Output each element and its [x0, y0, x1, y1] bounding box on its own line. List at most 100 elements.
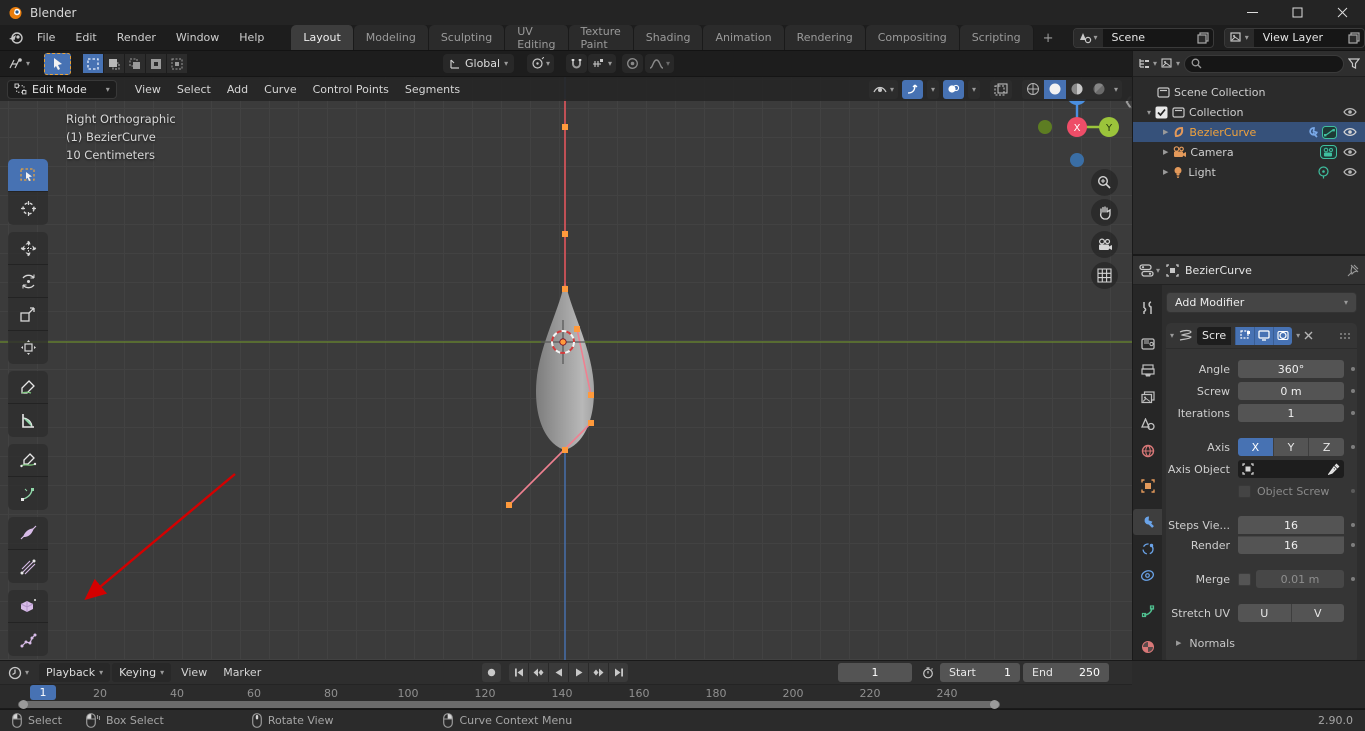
hide-toggle-eye-icon[interactable]: [1343, 167, 1357, 177]
render-steps-field[interactable]: 16: [1238, 536, 1344, 554]
disclosure-triangle-icon[interactable]: ▾: [1147, 108, 1151, 117]
stretch-v-button[interactable]: V: [1291, 604, 1344, 622]
select-mode-subtract[interactable]: [125, 54, 147, 73]
tab-modeling[interactable]: Modeling: [353, 25, 429, 50]
scene-selector[interactable]: ▾ Scene: [1072, 27, 1214, 48]
checkbox-checked[interactable]: [1155, 106, 1168, 119]
animate-dot[interactable]: [1351, 445, 1355, 449]
pivot-point-dropdown[interactable]: ▾: [527, 54, 555, 73]
orthographic-toggle-button[interactable]: [1091, 262, 1118, 289]
merge-distance-field[interactable]: 0.01 m: [1256, 570, 1344, 588]
animate-dot[interactable]: [1351, 367, 1355, 371]
tab-view-layer[interactable]: [1133, 384, 1162, 411]
steps-viewport-field[interactable]: 16: [1238, 516, 1344, 534]
pin-icon[interactable]: [1347, 264, 1359, 277]
light-data-icon[interactable]: [1317, 165, 1330, 179]
object-screw-checkbox[interactable]: [1238, 484, 1251, 498]
tool-randomize[interactable]: [8, 550, 48, 583]
tab-animation[interactable]: Animation: [703, 25, 785, 50]
proportional-falloff-dropdown[interactable]: ▾: [645, 54, 675, 73]
animate-dot[interactable]: [1351, 389, 1355, 393]
outliner-row-camera[interactable]: ▶ Camera: [1133, 142, 1365, 162]
tab-constraints[interactable]: [1133, 562, 1162, 589]
blender-menu-icon[interactable]: [8, 31, 24, 45]
menu-help[interactable]: Help: [230, 27, 273, 48]
jump-to-end-button[interactable]: [609, 663, 628, 682]
tab-render[interactable]: [1133, 331, 1162, 358]
tab-world[interactable]: [1133, 437, 1162, 464]
tab-material[interactable]: [1133, 633, 1162, 660]
keying-dropdown[interactable]: Keying ▾: [112, 663, 172, 682]
object-visibility-dropdown[interactable]: ▾: [868, 79, 898, 99]
xray-toggle[interactable]: [989, 79, 1012, 99]
new-view-layer-icon[interactable]: [1348, 31, 1360, 44]
viewport-menu-view[interactable]: View: [127, 79, 169, 100]
animate-dot[interactable]: [1351, 489, 1355, 493]
display-render-toggle[interactable]: [1273, 326, 1293, 345]
tab-scripting[interactable]: Scripting: [959, 25, 1034, 50]
view-layer-icon[interactable]: ▾: [1224, 28, 1255, 47]
animate-dot[interactable]: [1351, 411, 1355, 415]
new-scene-icon[interactable]: [1196, 31, 1209, 44]
select-mode-extend[interactable]: [104, 54, 126, 73]
animate-dot[interactable]: [1351, 543, 1355, 547]
next-keyframe-button[interactable]: [589, 663, 608, 682]
add-workspace-button[interactable]: +: [1034, 27, 1063, 50]
animate-dot[interactable]: [1351, 577, 1355, 581]
axis-object-field[interactable]: [1238, 460, 1344, 478]
select-mode-new[interactable]: [83, 54, 105, 73]
tab-object[interactable]: [1133, 473, 1162, 500]
active-tool-select-box[interactable]: [44, 52, 72, 75]
shading-rendered[interactable]: [1088, 80, 1110, 99]
tool-tilt[interactable]: [8, 517, 48, 550]
record-button[interactable]: [482, 663, 501, 682]
add-modifier-dropdown[interactable]: Add Modifier ▾: [1166, 292, 1357, 313]
mode-dropdown[interactable]: Edit Mode ▾: [7, 79, 117, 99]
view-layer-name[interactable]: View Layer: [1255, 31, 1343, 44]
menu-window[interactable]: Window: [167, 27, 228, 48]
transform-orientation-dropdown[interactable]: Global ▾: [443, 54, 515, 73]
tool-annotate[interactable]: [8, 371, 48, 404]
menu-file[interactable]: File: [28, 27, 64, 48]
frame-end-field[interactable]: End 250: [1023, 663, 1109, 682]
tab-shading[interactable]: Shading: [633, 25, 704, 50]
tool-cursor[interactable]: [8, 192, 48, 225]
editor-type-viewport[interactable]: ▾: [8, 57, 30, 70]
use-preview-range-toggle[interactable]: [918, 663, 937, 682]
tool-curve-pen[interactable]: [8, 477, 48, 510]
collapse-icon[interactable]: ▾: [1170, 331, 1174, 340]
viewport-menu-select[interactable]: Select: [169, 79, 219, 100]
stretch-u-button[interactable]: U: [1238, 604, 1292, 622]
outliner-search-input[interactable]: [1184, 54, 1344, 73]
outliner-display-mode[interactable]: ▾: [1161, 57, 1180, 70]
editor-type-properties[interactable]: ▾: [1139, 263, 1160, 277]
screw-field[interactable]: 0 m: [1238, 382, 1344, 400]
tab-rendering[interactable]: Rendering: [784, 25, 866, 50]
modifier-wrench-icon[interactable]: [1306, 126, 1319, 139]
disclosure-triangle-icon[interactable]: ▶: [1163, 168, 1168, 176]
hide-toggle-eye-icon[interactable]: [1343, 147, 1357, 157]
tab-layout[interactable]: Layout: [291, 25, 354, 50]
display-realtime-toggle[interactable]: [1254, 326, 1274, 345]
maximize-button[interactable]: [1275, 0, 1320, 25]
menu-edit[interactable]: Edit: [66, 27, 105, 48]
timeline-menu-marker[interactable]: Marker: [215, 662, 269, 683]
viewport-menu-add[interactable]: Add: [219, 79, 256, 100]
axis-y-button[interactable]: Y: [1273, 438, 1310, 456]
tab-uv-editing[interactable]: UV Editing: [505, 25, 569, 51]
unlink-scene-icon[interactable]: [1213, 33, 1214, 42]
tab-object-data[interactable]: [1133, 598, 1162, 625]
camera-view-button[interactable]: [1091, 231, 1118, 258]
shading-wireframe[interactable]: [1022, 80, 1044, 99]
axis-z-button[interactable]: Z: [1309, 438, 1344, 456]
tool-transform[interactable]: [8, 331, 48, 364]
jump-to-start-button[interactable]: [509, 663, 528, 682]
tab-texture-paint[interactable]: Texture Paint: [568, 25, 634, 51]
prev-keyframe-button[interactable]: [529, 663, 548, 682]
camera-data-icon[interactable]: [1320, 145, 1337, 159]
iterations-field[interactable]: 1: [1238, 404, 1344, 422]
tab-modifiers[interactable]: [1133, 508, 1162, 536]
gizmos-toggle[interactable]: [901, 79, 923, 99]
animate-dot[interactable]: [1351, 523, 1355, 527]
tab-scene[interactable]: [1133, 411, 1162, 438]
